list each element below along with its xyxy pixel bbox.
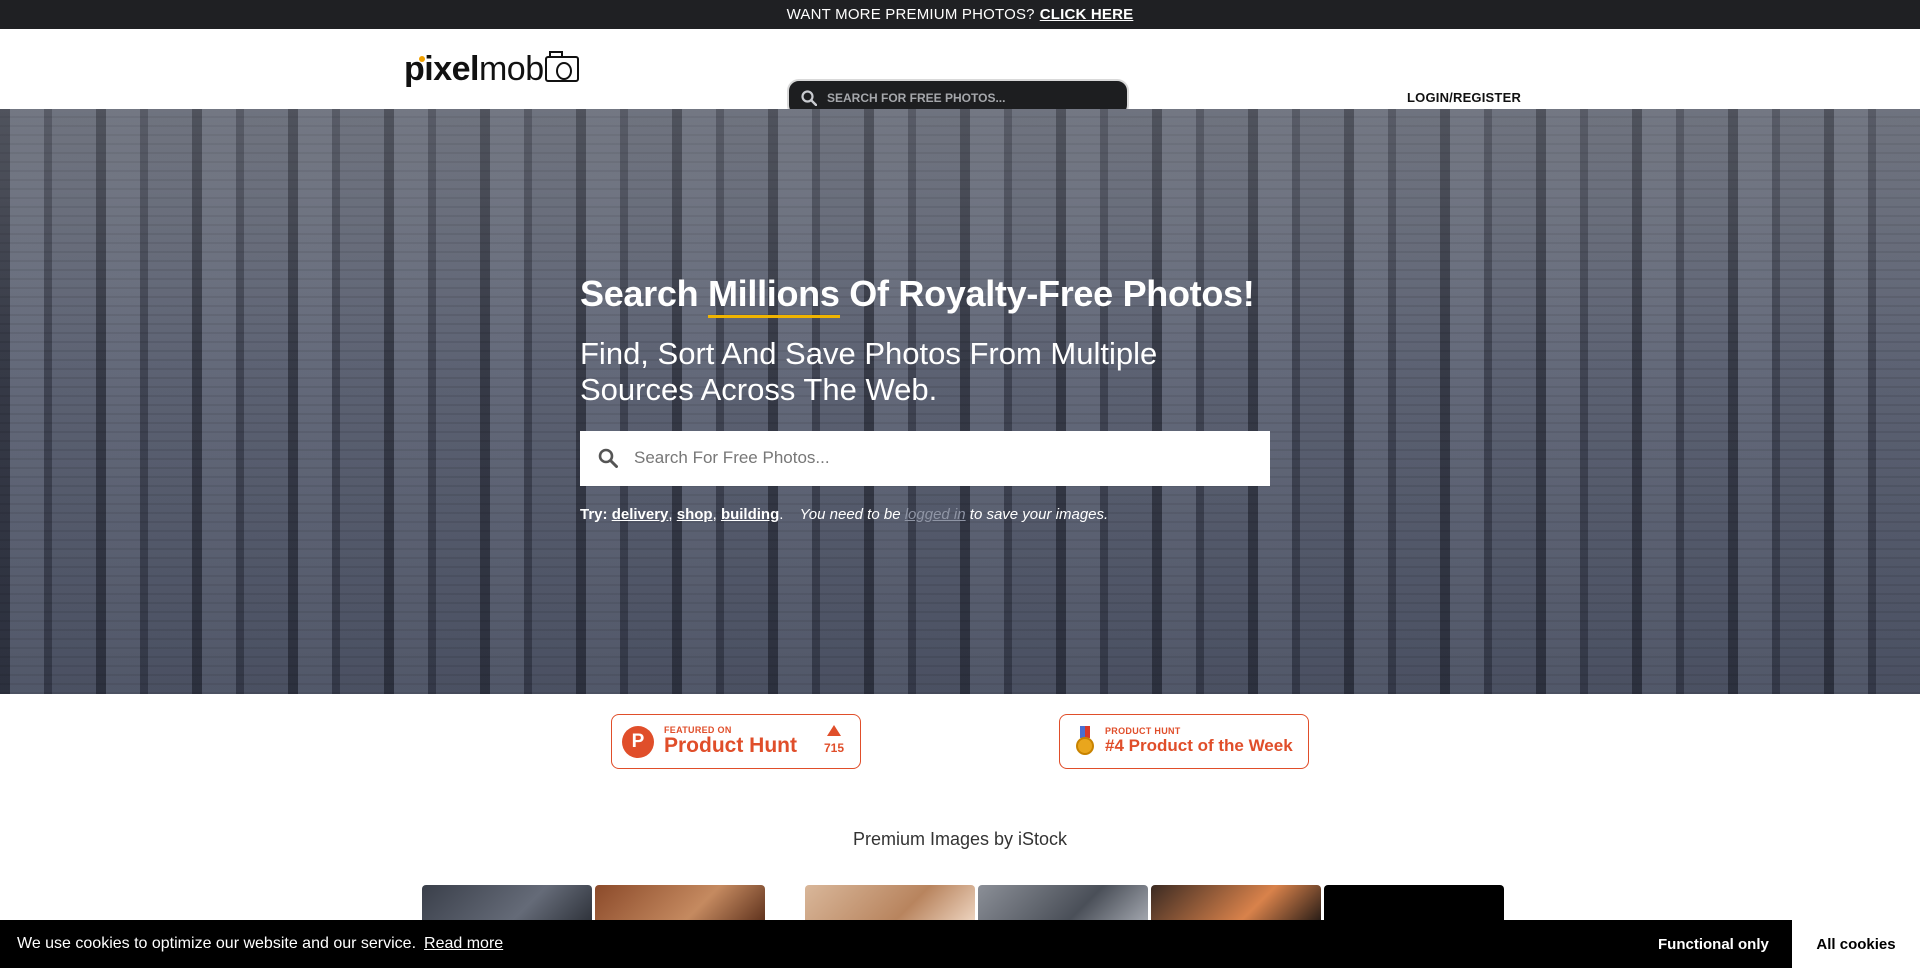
premium-section-title: Premium Images by iStock [852, 829, 1068, 849]
premium-thumbnail[interactable] [805, 885, 975, 925]
thumbnail-gap [768, 885, 802, 925]
hero-search-box[interactable] [580, 430, 1270, 486]
premium-thumbnail[interactable] [595, 885, 765, 925]
logo-light-text: mob [478, 49, 544, 88]
medal-icon [1075, 725, 1095, 758]
product-hunt-week-badge[interactable]: PRODUCT HUNT #4 Product of the Week [1059, 714, 1309, 769]
logo[interactable]: pixel mob [404, 49, 579, 89]
try-label: Try: [580, 505, 608, 523]
login-note-pre: You need to be [799, 505, 901, 523]
badge-big-text: #4 Product of the Week [1105, 736, 1293, 756]
hero-subtitle: Find, Sort And Save Photos From Multiple… [580, 335, 1158, 408]
suggestion-link-building[interactable]: building [721, 506, 779, 523]
badge-text: PRODUCT HUNT #4 Product of the Week [1105, 726, 1293, 756]
premium-thumbnail[interactable] [422, 885, 592, 925]
site-header: pixelmob LOGIN/REGISTER [0, 29, 1920, 117]
suggestion-link-delivery[interactable]: delivery [612, 506, 669, 523]
vote-count: 715 [824, 725, 844, 755]
login-register-link[interactable]: LOGIN/REGISTER [1407, 90, 1521, 105]
premium-thumbnail[interactable] [1151, 885, 1321, 925]
product-hunt-logo-icon: P [622, 725, 654, 758]
cookie-banner: We use cookies to optimize our website a… [0, 920, 1920, 968]
hero-search-input[interactable] [634, 448, 1234, 469]
search-suggestions: Try: delivery, shop, building. You need … [580, 505, 1109, 523]
login-note-post: to save your images. [969, 505, 1109, 523]
logged-in-link[interactable]: logged in [905, 506, 966, 523]
login-note: You need to be logged in to save your im… [800, 506, 1109, 523]
promo-cta-link[interactable]: CLICK HERE [1040, 6, 1134, 23]
logo-bold-text: pixel [404, 49, 479, 88]
logo-dot [419, 56, 425, 62]
premium-thumbnail[interactable] [978, 885, 1148, 925]
hero-title: Search Millions Of Royalty-Free Photos! [580, 273, 1280, 318]
search-icon [801, 90, 817, 106]
promo-bar: WANT MORE PREMIUM PHOTOS? CLICK HERE [0, 0, 1920, 29]
badge-small-text: PRODUCT HUNT [1105, 726, 1181, 737]
badge-big-text: Product Hunt [664, 734, 797, 758]
all-cookies-button[interactable]: All cookies [1792, 920, 1920, 968]
header-search-input[interactable] [827, 91, 1097, 105]
cookie-message: We use cookies to optimize our website a… [17, 935, 417, 952]
product-hunt-featured-badge[interactable]: P FEATURED ON Product Hunt 715 [611, 714, 861, 769]
suggestion-link-shop[interactable]: shop [677, 506, 713, 523]
search-icon [598, 448, 618, 469]
istock-logo-tile[interactable] [1324, 885, 1504, 925]
hero-content: Search Millions Of Royalty-Free Photos! … [580, 273, 1280, 523]
cookie-read-more-link[interactable]: Read more [424, 935, 503, 953]
badge-text: FEATURED ON Product Hunt [664, 725, 797, 757]
camera-icon [544, 51, 579, 82]
premium-thumbnails [422, 885, 1504, 925]
vote-number: 715 [823, 741, 844, 755]
hero-title-pre: Search [580, 273, 699, 314]
upvote-arrow-icon [826, 725, 841, 736]
hero-title-accent: Millions [707, 273, 840, 318]
hero-title-post: Of Royalty-Free Photos! [849, 273, 1255, 314]
functional-only-button[interactable]: Functional only [1658, 920, 1769, 968]
promo-text: WANT MORE PREMIUM PHOTOS? [786, 6, 1035, 23]
hero-section: Search Millions Of Royalty-Free Photos! … [0, 109, 1920, 694]
